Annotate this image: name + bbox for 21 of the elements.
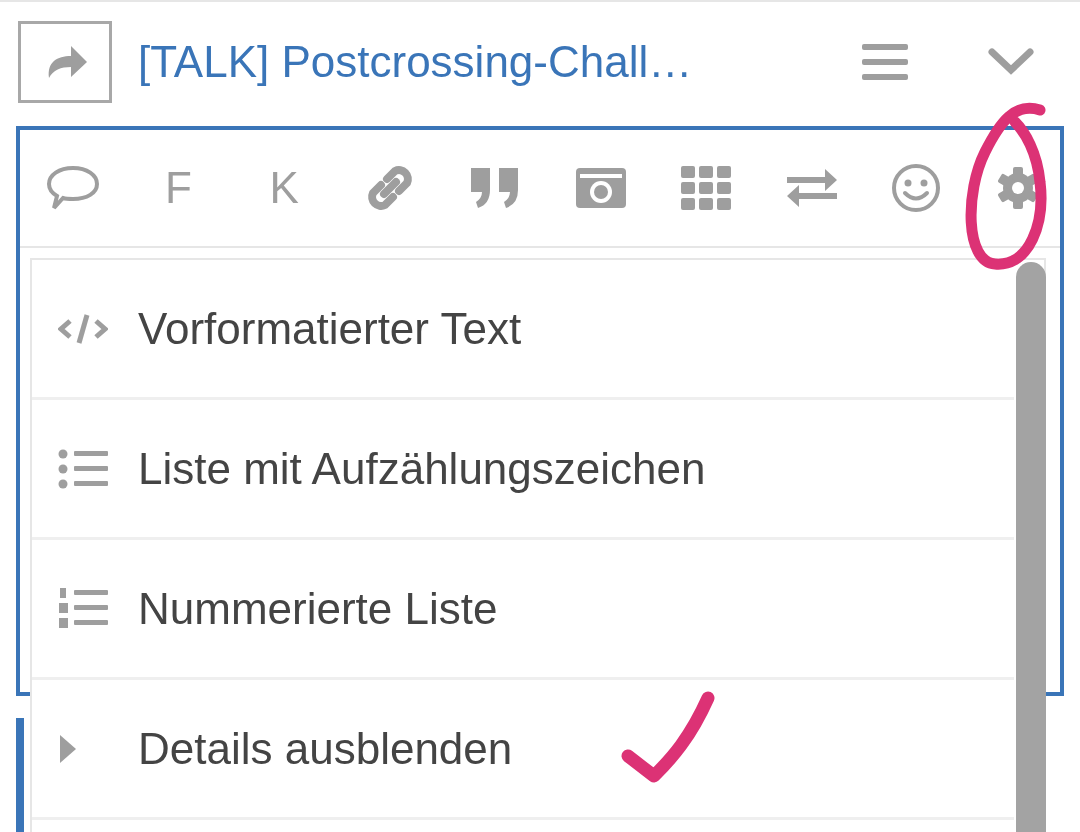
menu-item-label: Liste mit Aufzählungszeichen <box>138 443 706 494</box>
grid-icon[interactable] <box>679 164 734 212</box>
menu-icon[interactable] <box>862 44 908 80</box>
swap-arrows-icon[interactable] <box>784 167 839 209</box>
caret-right-icon <box>58 732 78 765</box>
menu-item[interactable]: Details ausblenden <box>32 680 1014 820</box>
reply-icon[interactable] <box>18 21 112 103</box>
chevron-down-icon[interactable] <box>988 48 1034 76</box>
menu-item[interactable]: Vorformatierter Text <box>32 260 1014 400</box>
scrollbar[interactable] <box>1016 262 1046 832</box>
topic-title[interactable]: [TALK] Postcrossing-Chall… <box>138 37 862 87</box>
numbered-list-icon <box>58 586 108 631</box>
menu-item-label: Vorformatierter Text <box>138 303 522 354</box>
menu-item-label: Details ausblenden <box>138 723 513 774</box>
bullet-list-icon <box>58 448 108 489</box>
menu-item[interactable]: Liste mit Aufzählungszeichen <box>32 400 1014 540</box>
menu-item-label: Nummerierte Liste <box>138 583 498 634</box>
speech-bubble-icon[interactable] <box>46 164 100 212</box>
smiley-icon[interactable] <box>890 162 943 214</box>
code-icon <box>58 312 108 345</box>
menu-item[interactable]: Nummerierte Liste <box>32 540 1014 680</box>
